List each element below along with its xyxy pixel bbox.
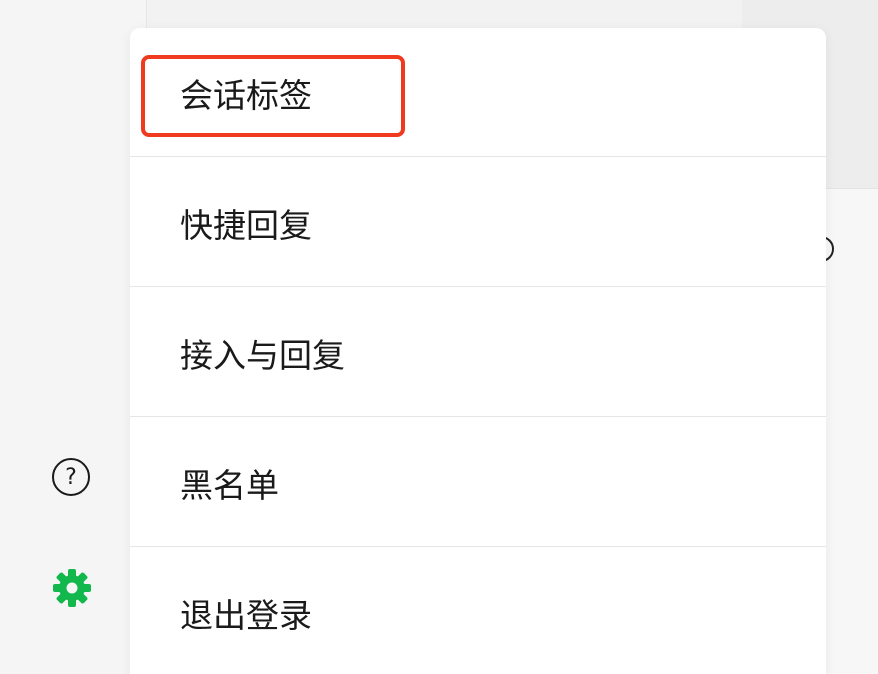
divider: [130, 156, 826, 157]
menu-item-label: 退出登录: [180, 596, 312, 635]
menu-item-label: 黑名单: [180, 466, 279, 505]
help-icon-glyph: ?: [65, 464, 77, 490]
menu-item-quick-reply[interactable]: 快捷回复: [130, 158, 826, 288]
help-icon[interactable]: ?: [52, 458, 90, 496]
menu-item-label: 接入与回复: [180, 336, 345, 375]
menu-item-blacklist[interactable]: 黑名单: [130, 418, 826, 548]
highlight-box: [141, 55, 405, 137]
app-root: ? 会话标签 快捷回复 接入与回复 黑名单 退出登录: [0, 0, 878, 674]
divider: [130, 546, 826, 547]
menu-item-label: 快捷回复: [180, 206, 312, 245]
gear-icon[interactable]: [50, 566, 94, 610]
divider: [130, 416, 826, 417]
menu-item-logout[interactable]: 退出登录: [130, 548, 826, 674]
menu-item-access-and-reply[interactable]: 接入与回复: [130, 288, 826, 418]
divider: [130, 286, 826, 287]
settings-menu: 会话标签 快捷回复 接入与回复 黑名单 退出登录: [130, 28, 826, 674]
